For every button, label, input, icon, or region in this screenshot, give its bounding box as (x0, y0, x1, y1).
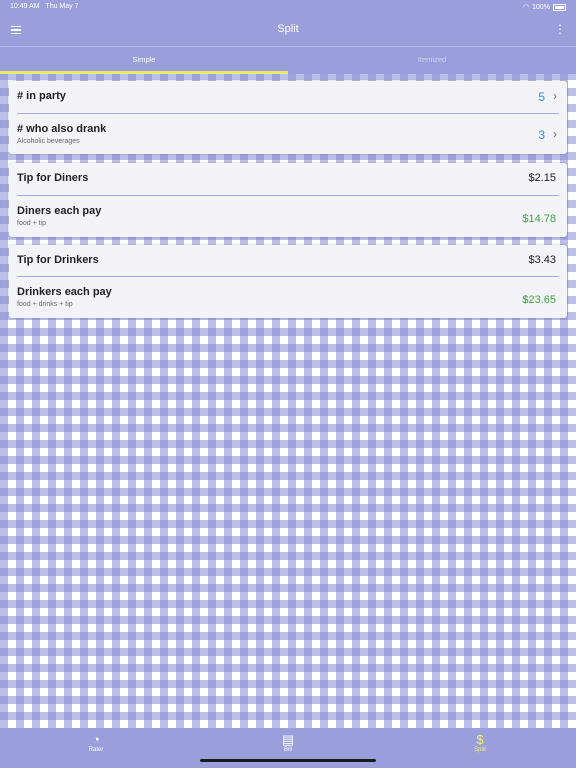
in-party-row[interactable]: # in party 5 › (9, 81, 567, 113)
nav-bar: Split ⋮ (0, 14, 576, 46)
tip-drinkers-value: $3.43 (528, 254, 556, 266)
tab-indicator (0, 71, 288, 74)
who-drank-label: # who also drank (17, 123, 107, 135)
who-drank-row[interactable]: # who also drank Alcoholic beverages 3 › (9, 114, 567, 154)
drinkers-pay-row: Drinkers each pay food + drinks + tip $2… (9, 277, 567, 318)
tab-simple[interactable]: Simple (0, 55, 288, 64)
in-party-label: # in party (17, 90, 66, 102)
split-icon: $ (476, 732, 484, 747)
tab-rater-label: Rater (88, 747, 104, 753)
tip-diners-label: Tip for Diners (17, 172, 89, 184)
drinkers-pay-label: Drinkers each pay (17, 286, 112, 298)
tip-diners-row: Tip for Diners $2.15 (9, 163, 567, 195)
drinkers-pay-sub: food + drinks + tip (17, 301, 73, 308)
drinkers-pay-value: $23.65 (522, 294, 556, 306)
in-party-value: 5 (538, 90, 545, 104)
party-card: # in party 5 › # who also drank Alcoholi… (9, 81, 567, 154)
tab-rater[interactable]: ◔ Rater (76, 732, 116, 753)
diners-pay-row: Diners each pay food + tip $14.78 (9, 196, 567, 237)
who-drank-sub: Alcoholic beverages (17, 138, 80, 145)
more-options-icon[interactable]: ⋮ (554, 23, 566, 35)
home-indicator (200, 759, 376, 762)
tab-split-label: Split (474, 747, 486, 753)
tip-diners-value: $2.15 (528, 172, 556, 184)
tip-drinkers-label: Tip for Drinkers (17, 254, 99, 266)
chevron-right-icon: › (553, 89, 557, 103)
tip-drinkers-row: Tip for Drinkers $3.43 (9, 245, 567, 276)
tab-bill[interactable]: ▤ Bill (268, 732, 308, 753)
battery-percent: 100% (532, 3, 550, 11)
status-bar: 10:49 AM Thu May 7 ◠ 100% (0, 0, 576, 14)
diners-pay-sub: food + tip (17, 220, 46, 227)
page-title: Split (277, 23, 299, 35)
wifi-icon: ◠ (522, 4, 530, 11)
tab-itemized[interactable]: Itemized (288, 55, 576, 64)
tab-bill-label: Bill (283, 747, 292, 753)
tab-split[interactable]: $ Split (460, 732, 500, 753)
segment-tabs: Simple Itemized (0, 46, 576, 74)
status-right: ◠ 100% (523, 3, 566, 11)
bottom-tab-bar: ◔ Rater ▤ Bill $ Split (0, 728, 576, 768)
diners-card: Tip for Diners $2.15 Diners each pay foo… (9, 163, 567, 237)
bill-icon: ▤ (281, 732, 295, 747)
who-drank-value: 3 (538, 128, 545, 142)
drinkers-card: Tip for Drinkers $3.43 Drinkers each pay… (9, 245, 567, 318)
diners-pay-value: $14.78 (522, 213, 556, 225)
chevron-right-icon: › (553, 127, 557, 141)
rater-icon: ◔ (92, 732, 100, 747)
battery-icon (553, 3, 566, 11)
diners-pay-label: Diners each pay (17, 205, 102, 217)
status-time: 10:49 AM Thu May 7 (10, 3, 79, 10)
